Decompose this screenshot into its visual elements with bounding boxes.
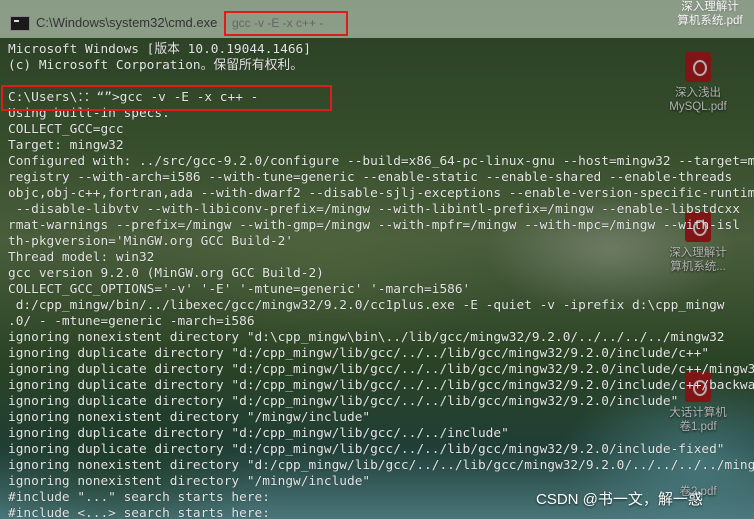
- console-line: ignoring duplicate directory "d:/cpp_min…: [8, 362, 754, 377]
- console-line: ignoring duplicate directory "d:/cpp_min…: [8, 394, 679, 409]
- desktop-wallpaper: 深入理解计 算机系统.pdf 深入浅出 MySQL.pdf 深入理解计 算机系统…: [0, 0, 754, 519]
- console-line: ignoring nonexistent directory "/mingw/i…: [8, 410, 371, 425]
- console-line: COLLECT_GCC_OPTIONS='-v' '-E' '-mtune=ge…: [8, 282, 471, 297]
- console-line: COLLECT_GCC=gcc: [8, 122, 124, 137]
- console-line: ignoring duplicate directory "d:/cpp_min…: [8, 442, 725, 457]
- title-bar[interactable]: C:\Windows\system32\cmd.exe gcc -v -E -x…: [0, 0, 754, 38]
- console-line: .0/ - -mtune=generic -march=i586: [8, 314, 255, 329]
- console-line: gcc version 9.2.0 (MinGW.org GCC Build-2…: [8, 266, 324, 281]
- console-line: (c) Microsoft Corporation。保留所有权利。: [8, 58, 303, 73]
- console-line: ignoring duplicate directory "d:/cpp_min…: [8, 426, 509, 441]
- console-line: #include "..." search starts here:: [8, 490, 270, 505]
- watermark-text: CSDN @书一文，解一惑: [536, 491, 703, 508]
- console-line: --disable-libvtv --with-libiconv-prefix=…: [8, 202, 740, 217]
- cmd-window: C:\Windows\system32\cmd.exe gcc -v -E -x…: [0, 0, 754, 519]
- console-line: rmat-warnings --prefix=/mingw --with-gmp…: [8, 218, 740, 233]
- console-line: Thread model: win32: [8, 250, 155, 265]
- command-highlight-box: [1, 85, 332, 111]
- console-line: ignoring nonexistent directory "d:/cpp_m…: [8, 458, 754, 473]
- console-line: #include <...> search starts here:: [8, 506, 270, 519]
- console-line: ignoring nonexistent directory "d:\cpp_m…: [8, 330, 725, 345]
- console-line: ignoring duplicate directory "d:/cpp_min…: [8, 346, 710, 361]
- console-line: ignoring nonexistent directory "/mingw/i…: [8, 474, 371, 489]
- console-line: objc,obj-c++,fortran,ada --with-dwarf2 -…: [8, 186, 754, 201]
- console-line: d:/cpp_mingw/bin/../libexec/gcc/mingw32/…: [8, 298, 725, 313]
- tab-title: gcc -v -E -x c++ -: [232, 16, 324, 30]
- tab-active-command[interactable]: gcc -v -E -x c++ -: [224, 11, 348, 36]
- console-line: Microsoft Windows [版本 10.0.19044.1466]: [8, 42, 311, 57]
- console-line: Configured with: ../src/gcc-9.2.0/config…: [8, 154, 754, 169]
- window-title: C:\Windows\system32\cmd.exe: [36, 15, 218, 30]
- console-icon: [10, 16, 30, 31]
- console-line: registry --with-arch=i586 --with-tune=ge…: [8, 170, 733, 185]
- console-line: ignoring duplicate directory "d:/cpp_min…: [8, 378, 754, 393]
- console-line: th-pkgversion='MinGW.org GCC Build-2': [8, 234, 294, 249]
- console-line: Target: mingw32: [8, 138, 124, 153]
